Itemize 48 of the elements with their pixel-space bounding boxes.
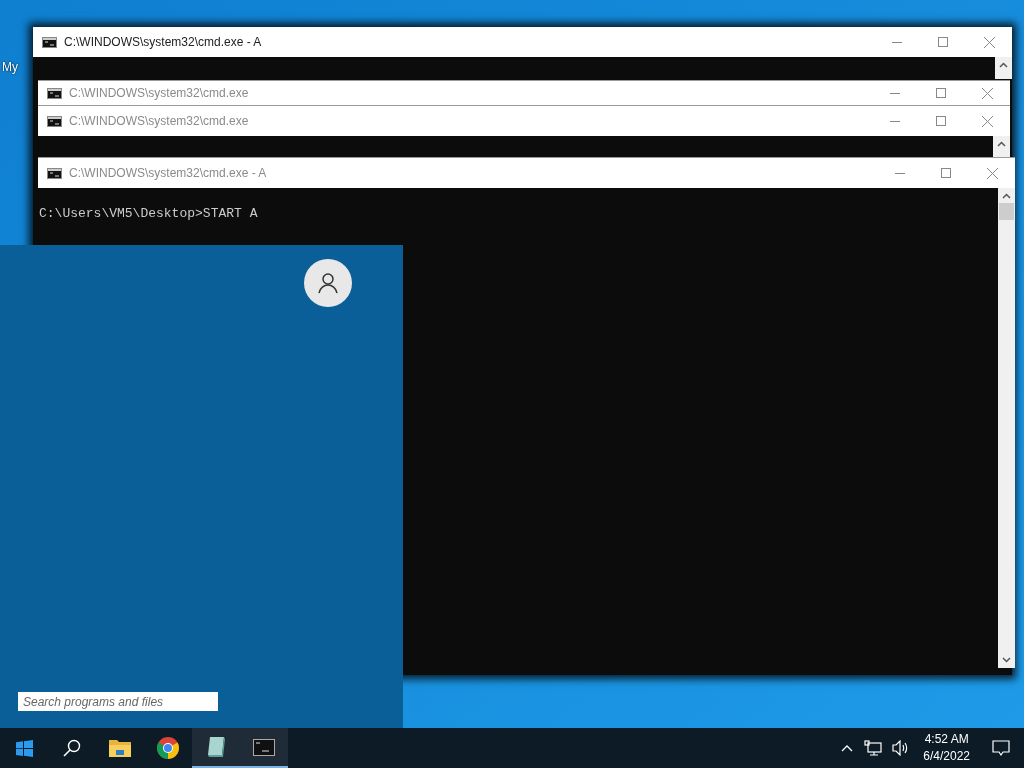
minimize-icon [895, 172, 905, 174]
scrollbar[interactable] [995, 57, 1012, 79]
network-icon[interactable] [864, 740, 883, 756]
maximize-icon [941, 168, 951, 178]
chevron-up-icon[interactable] [841, 744, 854, 752]
title-bar[interactable]: C:\WINDOWS\system32\cmd.exe - A [33, 27, 1012, 57]
terminal-icon [253, 738, 275, 756]
window-title: C:\WINDOWS\system32\cmd.exe [69, 85, 249, 102]
scroll-thumb[interactable] [999, 203, 1014, 220]
notepad-icon [206, 736, 226, 758]
maximize-icon [936, 116, 946, 126]
scroll-up-icon[interactable] [1002, 193, 1011, 199]
scrollbar[interactable] [993, 136, 1010, 158]
taskbar-button[interactable] [192, 728, 240, 768]
notification-icon[interactable] [992, 739, 1010, 757]
taskbar-button[interactable] [240, 728, 288, 768]
scroll-up-icon[interactable] [999, 62, 1008, 68]
terminal-icon [42, 36, 57, 48]
window-title: C:\WINDOWS\system32\cmd.exe - A [64, 34, 262, 51]
search-field[interactable]: Search programs and files [18, 692, 218, 711]
search-icon [63, 739, 81, 757]
scroll-down-icon[interactable] [1002, 657, 1011, 663]
minimize-icon [890, 120, 900, 122]
close-icon [983, 36, 995, 48]
window-title: C:\WINDOWS\system32\cmd.exe [69, 113, 249, 130]
maximize-icon [936, 88, 946, 98]
desktop-icon-label[interactable]: My [0, 58, 18, 76]
minimize-icon [890, 92, 900, 94]
chrome-icon [157, 737, 179, 759]
minimize-icon [892, 41, 902, 43]
terminal-icon [47, 87, 62, 99]
clock[interactable]: 4:52 AM 6/4/2022 [923, 731, 970, 765]
close-icon [981, 87, 993, 99]
close-icon [981, 115, 993, 127]
user-avatar-icon[interactable] [304, 259, 352, 307]
console-line: C:\Users\VM5\Desktop>START A [39, 205, 259, 223]
folder-icon [109, 739, 131, 757]
title-bar[interactable]: C:\WINDOWS\system32\cmd.exe - A [38, 158, 1015, 188]
terminal-icon [47, 167, 62, 179]
windows-logo-icon [15, 739, 33, 757]
window-title: C:\WINDOWS\system32\cmd.exe - A [69, 165, 267, 182]
title-bar[interactable]: C:\WINDOWS\system32\cmd.exe [38, 106, 1010, 136]
terminal-icon [47, 115, 62, 127]
title-bar[interactable]: C:\WINDOWS\system32\cmd.exe [38, 81, 1010, 105]
close-icon [986, 167, 998, 179]
scrollbar[interactable] [998, 188, 1015, 668]
maximize-icon [938, 37, 948, 47]
scroll-up-icon[interactable] [997, 141, 1006, 147]
